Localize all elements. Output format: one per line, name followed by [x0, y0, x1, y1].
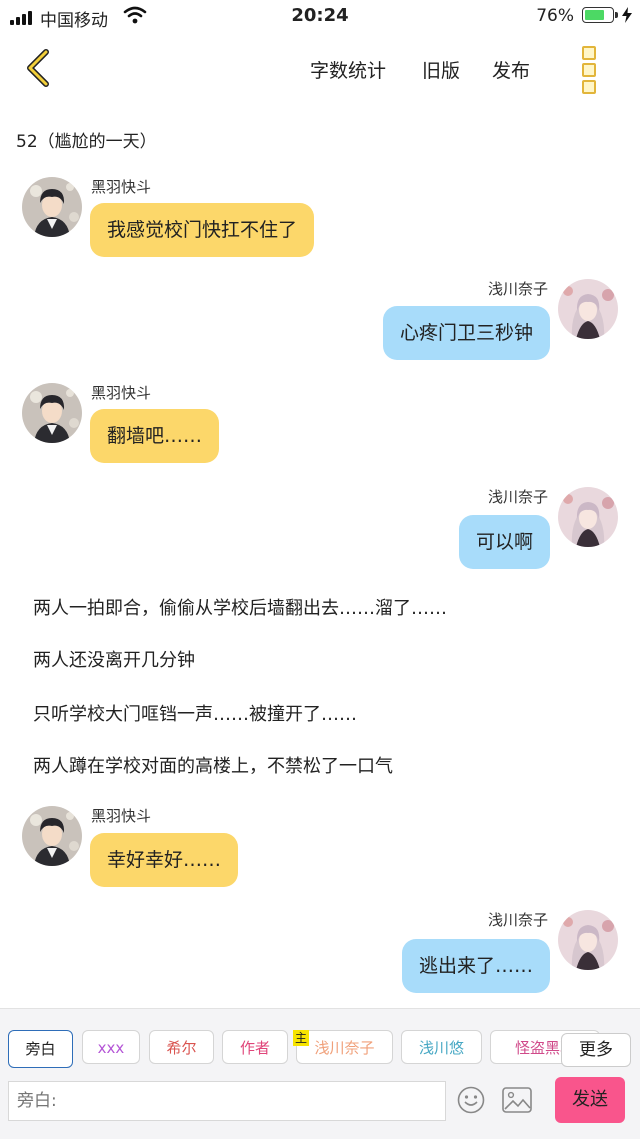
message-bubble[interactable]: 可以啊	[458, 515, 550, 569]
chat-area[interactable]: 黑羽快斗 我感觉校门快扛不住了 浅川奈子 心疼门卫三秒钟 黑羽快斗 翻墙吧…… …	[0, 170, 640, 1005]
narration-text: 两人还没离开几分钟	[33, 650, 195, 671]
message-bubble[interactable]: 幸好幸好……	[90, 833, 239, 887]
speaker-name: 浅川奈子	[487, 488, 548, 506]
message-bubble[interactable]: 逃出来了……	[401, 939, 550, 993]
character-chip[interactable]: 作者	[222, 1030, 288, 1064]
message-input[interactable]	[8, 1081, 446, 1121]
back-chevron-icon[interactable]	[20, 48, 56, 88]
more-characters-button[interactable]: 更多	[561, 1033, 631, 1067]
speaker-name: 浅川奈子	[487, 280, 548, 298]
avatar[interactable]	[558, 279, 618, 339]
speaker-name: 黑羽快斗	[91, 807, 152, 825]
word-count-button[interactable]: 字数统计	[310, 56, 386, 83]
old-version-button[interactable]: 旧版	[422, 56, 460, 83]
character-chip[interactable]: 浅川悠	[401, 1030, 482, 1064]
character-selector[interactable]: 旁白 xxx 希尔 作者 浅川奈子 浅川悠 怪盗黑羽	[0, 1029, 640, 1069]
character-chip[interactable]: xxx	[82, 1030, 140, 1064]
character-chip-narration[interactable]: 旁白	[8, 1030, 73, 1068]
character-chip[interactable]: 希尔	[149, 1030, 214, 1064]
publish-button[interactable]: 发布	[492, 56, 530, 83]
narration-text: 两人蹲在学校对面的高楼上，不禁松了一口气	[33, 756, 393, 777]
image-picker-icon[interactable]	[502, 1087, 532, 1113]
input-panel: 旁白 xxx 希尔 作者 浅川奈子 浅川悠 怪盗黑羽 主 更多 发送	[0, 1008, 640, 1139]
send-button[interactable]: 发送	[555, 1077, 625, 1123]
narration-text: 只听学校大门哐铛一声……被撞开了……	[33, 704, 357, 725]
speaker-name: 黑羽快斗	[91, 178, 152, 196]
avatar[interactable]	[558, 487, 618, 547]
avatar[interactable]	[22, 177, 82, 237]
nav-bar: 字数统计 旧版 发布	[0, 34, 640, 104]
avatar[interactable]	[22, 806, 82, 866]
message-bubble[interactable]: 心疼门卫三秒钟	[382, 306, 550, 360]
chapter-title: 52（尴尬的一天）	[16, 132, 157, 152]
emoji-icon[interactable]	[457, 1086, 485, 1114]
battery-icon	[582, 7, 618, 23]
character-chip[interactable]: 浅川奈子	[296, 1030, 393, 1064]
battery-percent: 76%	[536, 6, 574, 26]
message-bubble[interactable]: 我感觉校门快扛不住了	[90, 203, 315, 257]
narration-text: 两人一拍即合，偷偷从学校后墙翻出去……溜了……	[33, 598, 447, 619]
avatar[interactable]	[558, 910, 618, 970]
message-bubble[interactable]: 翻墙吧……	[90, 409, 220, 463]
status-bar: 中国移动 20:24 76%	[0, 0, 640, 34]
host-badge: 主	[293, 1030, 309, 1046]
avatar[interactable]	[22, 383, 82, 443]
more-menu-icon[interactable]	[578, 46, 600, 94]
speaker-name: 浅川奈子	[487, 911, 548, 929]
charging-bolt-icon	[622, 7, 632, 23]
speaker-name: 黑羽快斗	[91, 384, 152, 402]
